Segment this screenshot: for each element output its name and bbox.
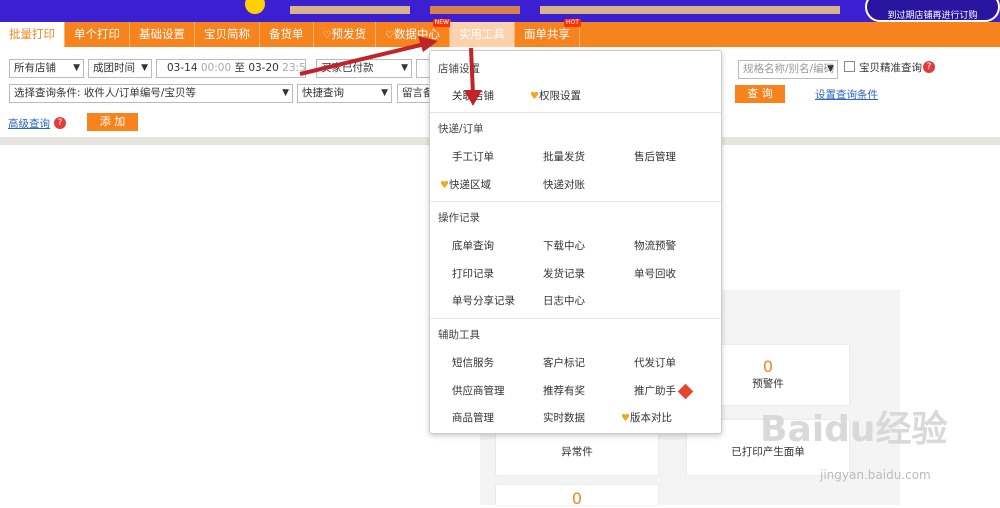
arrow-to-link-shop-line [469, 47, 475, 96]
arrow-to-tools-head [418, 36, 438, 52]
annotation-arrows [299, 36, 482, 106]
arrow-to-tools-line [299, 42, 426, 76]
arrow-to-link-shop-head [464, 90, 482, 106]
